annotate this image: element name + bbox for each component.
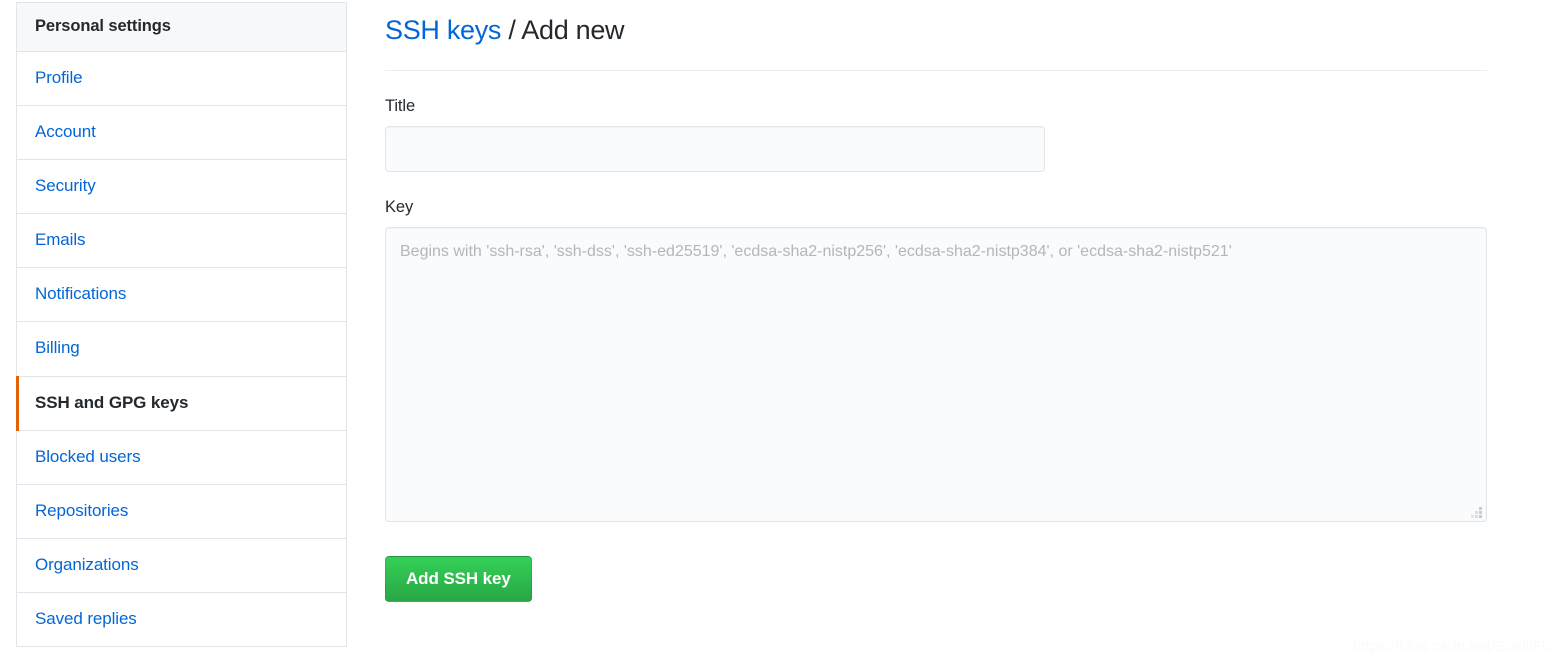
main-content: SSH keys / Add new Title Key Add SSH key [385,0,1487,602]
add-ssh-key-button[interactable]: Add SSH key [385,555,532,602]
sidebar-item-saved-replies[interactable]: Saved replies [17,592,346,648]
sidebar-item-repositories[interactable]: Repositories [17,484,346,539]
sidebar-item-billing[interactable]: Billing [17,322,346,377]
sidebar-header: Personal settings [17,3,346,52]
sidebar-item-profile[interactable]: Profile [17,52,346,107]
sidebar-item-blocked-users[interactable]: Blocked users [17,430,346,485]
settings-page: Personal settings Profile Account Security… [0,0,1564,659]
watermark-text: https://blog.csdn.net/EmilliFlo [1352,638,1554,655]
breadcrumb-separator: / [501,15,522,45]
sidebar-item-organizations[interactable]: Organizations [17,538,346,593]
personal-settings-sidebar: Personal settings Profile Account Security… [16,2,347,648]
key-input[interactable] [385,226,1487,522]
title-input[interactable] [385,125,1045,172]
sidebar-item-list: Profile Account Security Emails Notification… [16,52,346,648]
sidebar-item-notifications[interactable]: Notifications [17,268,346,323]
page-title-current: Add new [521,15,625,45]
sidebar-item-account[interactable]: Account [17,106,346,161]
page-title: SSH keys / Add new [385,0,1487,48]
ssh-keys-breadcrumb-link[interactable]: SSH keys [385,15,501,45]
sidebar-item-emails[interactable]: Emails [17,214,346,269]
sidebar-item-ssh-and-gpg-keys[interactable]: SSH and GPG keys [16,375,346,431]
sidebar-item-security[interactable]: Security [17,160,346,215]
key-field-label: Key [385,197,414,216]
title-divider [385,69,1487,71]
key-textarea-wrapper [385,226,1487,522]
title-field-label: Title [385,96,416,115]
